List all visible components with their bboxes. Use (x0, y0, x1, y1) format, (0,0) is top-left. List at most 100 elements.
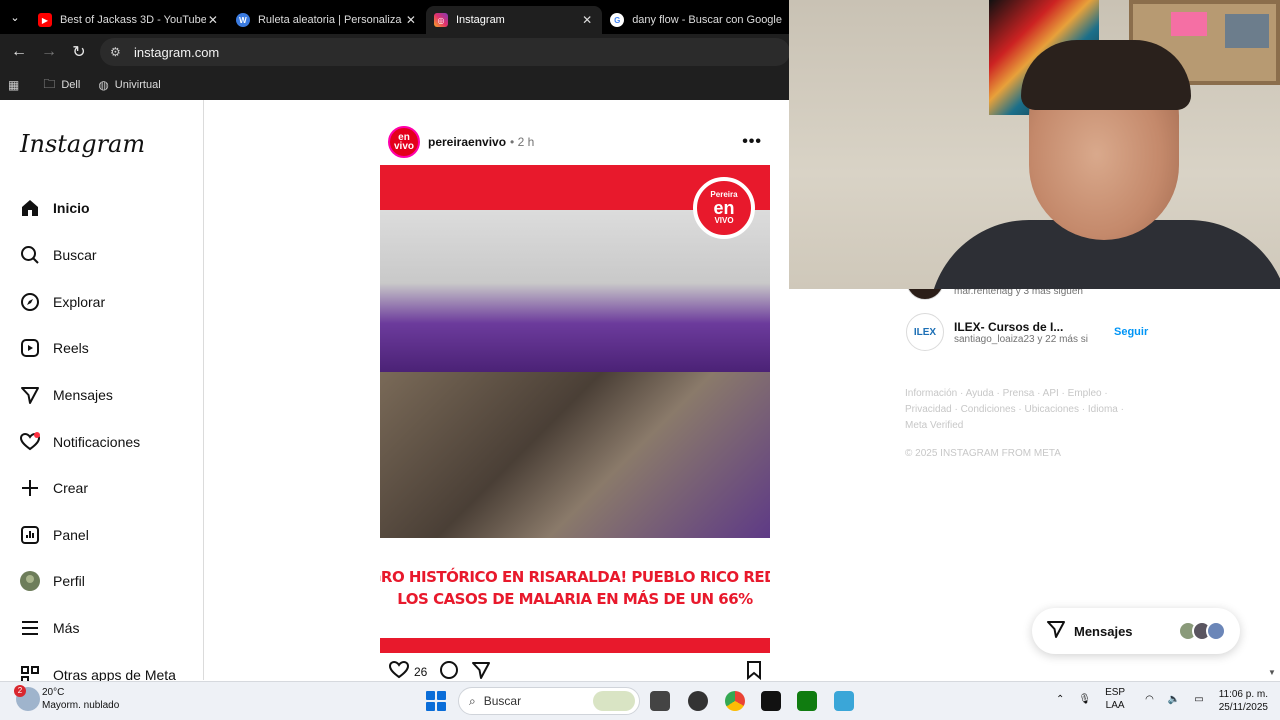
headline-line: LOS CASOS DE MALARIA EN MÁS DE UN 66% (397, 590, 753, 608)
follow-button[interactable]: Seguir (1114, 326, 1148, 338)
nav-panel[interactable]: Panel (20, 525, 89, 545)
message-avatars (1178, 621, 1226, 641)
wifi-icon[interactable]: ◠ (1145, 694, 1154, 705)
nav-notificaciones[interactable]: Notificaciones (20, 432, 140, 452)
chevron-up-icon[interactable]: ⌃ (1056, 694, 1064, 705)
weather-text: 20°C Mayorm. nublado (42, 686, 119, 712)
bookmark-dell[interactable]: 🗀 Dell (43, 75, 80, 96)
like-count[interactable]: 26 (414, 665, 427, 679)
suggestion-name[interactable]: ILEX- Cursos de I... (954, 320, 1104, 334)
app-icon[interactable] (688, 691, 708, 711)
battery-icon[interactable]: ▭ (1194, 694, 1203, 705)
close-tab-icon[interactable]: ✕ (206, 13, 220, 27)
task-view-icon[interactable] (650, 691, 670, 711)
suggestion-avatar[interactable]: ILEX (906, 313, 944, 351)
chart-icon (20, 525, 40, 545)
pereira-en-vivo-logo: Pereira en VIVO (693, 177, 755, 239)
scroll-down-arrow-icon[interactable]: ▼ (1268, 668, 1276, 677)
nav-label: Notificaciones (53, 434, 141, 450)
tiktok-icon[interactable] (761, 691, 781, 711)
windows-taskbar: 2 20°C Mayorm. nublado ⌕ Buscar ⌃ 🎙 ESP … (0, 681, 1280, 720)
heart-icon (20, 432, 40, 452)
nav-label: Más (53, 620, 80, 636)
instagram-sidebar: Instagram Inicio Buscar Explorar Reels M… (0, 100, 204, 684)
footer-links[interactable]: Información · Ayuda · Prensa · API · Emp… (905, 386, 1135, 434)
weather-widget[interactable]: 2 20°C Mayorm. nublado (14, 685, 119, 712)
nav-mensajes[interactable]: Mensajes (20, 385, 113, 405)
windows-start-icon[interactable] (426, 691, 446, 711)
more-options-icon[interactable]: ••• (742, 133, 762, 151)
reels-icon (20, 338, 40, 358)
nav-crear[interactable]: Crear (20, 478, 88, 498)
tab-search-chevron-icon[interactable]: ⌄ (0, 0, 30, 34)
nav-inicio[interactable]: Inicio (20, 198, 90, 218)
site-settings-icon[interactable]: ⚙ (110, 45, 126, 59)
tab-youtube[interactable]: ▶ Best of Jackass 3D - YouTube ✕ (30, 6, 228, 34)
suggestion-text: ILEX- Cursos de I... santiago_loaiza23 y… (954, 320, 1104, 345)
nav-mas[interactable]: Más (20, 618, 79, 638)
tab-instagram[interactable]: ◎ Instagram ✕ (425, 6, 603, 34)
instagram-logo[interactable]: Instagram (20, 130, 145, 158)
image-bottom-band (380, 638, 770, 653)
messages-button[interactable]: Mensajes (1032, 608, 1240, 654)
globe-icon: ◍ (98, 78, 109, 92)
logo-line: VIVO (714, 216, 734, 225)
taskbar-search[interactable]: ⌕ Buscar (458, 687, 640, 715)
headline-line: ¡LOGRO HISTÓRICO EN RISARALDA! PUEBLO RI… (380, 568, 770, 586)
nav-explorar[interactable]: Explorar (20, 292, 105, 312)
tab-google[interactable]: G dany flow - Buscar con Google (602, 6, 790, 34)
language-indicator[interactable]: ESP LAA (1105, 686, 1125, 712)
suggestion-item[interactable]: ILEX ILEX- Cursos de I... santiago_loaiz… (906, 313, 1156, 351)
person-hair (1021, 40, 1191, 110)
url-text: instagram.com (134, 44, 220, 60)
nav-label: Inicio (53, 200, 90, 216)
home-icon (20, 198, 40, 218)
health-workers-photo (380, 372, 770, 538)
grid-icon: ▦ (8, 78, 20, 92)
post-avatar[interactable]: en vivo (388, 126, 420, 158)
instagram-icon: ◎ (433, 13, 448, 27)
youtube-icon: ▶ (37, 13, 52, 27)
post-username[interactable]: pereiraenvivo (428, 135, 506, 149)
plus-icon (20, 478, 40, 498)
nav-perfil[interactable]: Perfil (20, 571, 85, 591)
nav-buscar[interactable]: Buscar (20, 245, 97, 265)
nav-label: Mensajes (53, 387, 113, 403)
url-input[interactable]: ⚙ instagram.com (100, 38, 790, 66)
bookmark-univirtual[interactable]: ◍ Univirtual (98, 78, 160, 92)
cloud-weather-icon: 2 (14, 685, 40, 711)
reload-icon[interactable]: ↻ (64, 37, 94, 67)
send-icon (20, 385, 40, 405)
search-highlight-image (593, 691, 635, 711)
tab-ruleta[interactable]: W Ruleta aleatoria | Personaliza y c ✕ (228, 6, 426, 34)
post-image[interactable]: Pereira en VIVO ¡LOGRO HISTÓRICO EN RISA… (380, 165, 770, 653)
chrome-icon[interactable] (725, 691, 745, 711)
send-icon (1046, 619, 1066, 644)
logo-line: en (713, 198, 735, 218)
back-arrow-icon[interactable]: ← (4, 37, 34, 67)
webcam-overlay (789, 0, 1280, 289)
tab-title: Best of Jackass 3D - YouTube (59, 14, 206, 26)
clock-date: 25/11/2025 (1218, 702, 1268, 713)
xbox-icon[interactable] (797, 691, 817, 711)
clock[interactable]: 11:06 p. m. 25/11/2025 (1212, 688, 1268, 714)
forward-arrow-icon[interactable]: → (34, 37, 64, 67)
notification-badge: 2 (14, 685, 26, 697)
notepad-icon[interactable] (834, 691, 854, 711)
post-header: en vivo pereiraenvivo • 2 h ••• (388, 124, 772, 160)
menu-icon (20, 618, 40, 638)
close-tab-icon[interactable]: ✕ (580, 13, 594, 27)
avatar (1206, 621, 1226, 641)
nav-reels[interactable]: Reels (20, 338, 89, 358)
microphone-icon[interactable]: 🎙 (1078, 694, 1091, 705)
browser-tab-bar: ⌄ ▶ Best of Jackass 3D - YouTube ✕ W Rul… (0, 0, 790, 34)
apps-grid-icon[interactable]: ▦ (8, 78, 25, 92)
suggestion-followers: santiago_loaiza23 y 22 más si (954, 333, 1088, 345)
weather-desc: Mayorm. nublado (42, 700, 120, 711)
nav-label: Panel (53, 527, 89, 543)
bookmark-label: Univirtual (114, 79, 161, 91)
volume-icon[interactable]: 🔈 (1168, 694, 1180, 705)
copyright-text: © 2025 INSTAGRAM FROM META (905, 448, 1061, 459)
close-tab-icon[interactable]: ✕ (404, 13, 418, 27)
compass-icon (20, 292, 40, 312)
